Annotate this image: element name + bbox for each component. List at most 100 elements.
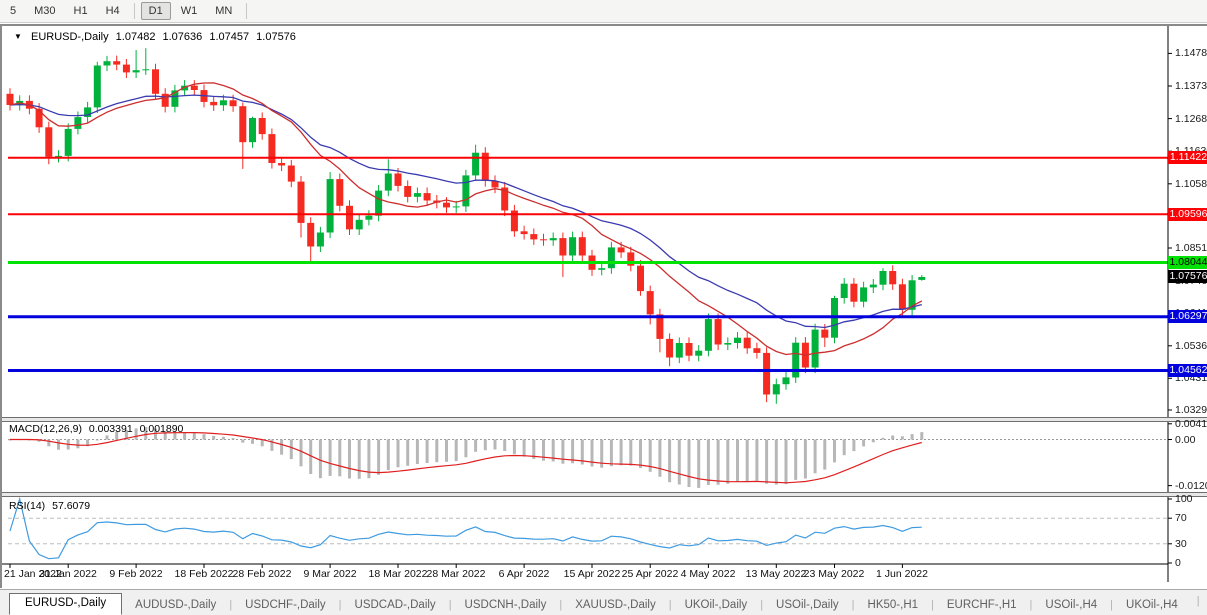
macd-histogram-bar — [843, 440, 846, 456]
candle-body — [278, 163, 285, 166]
macd-histogram-bar — [882, 438, 885, 440]
date-label: 18 Feb 2022 — [175, 568, 234, 580]
timeframe-button-h4[interactable]: H4 — [98, 2, 128, 20]
chart-tab-eurusd-daily[interactable]: EURUSD-,Daily — [9, 593, 122, 615]
candle-body — [74, 117, 81, 129]
chart-tab-ukoil-daily[interactable]: UKOil-,Daily — [672, 596, 761, 615]
rsi-panel-splitter[interactable] — [2, 492, 1207, 497]
candle-body — [375, 191, 382, 216]
macd-indicator-label: MACD(12,26,9) 0.003391 0.001890 — [9, 423, 187, 435]
macd-histogram-bar — [494, 440, 497, 450]
candle-body — [850, 284, 857, 302]
candle-body — [191, 86, 198, 90]
current-price-tag: 1.07576 — [1168, 270, 1207, 283]
candle-body — [259, 118, 266, 134]
candle-body — [472, 153, 479, 176]
candle-body — [744, 338, 751, 349]
chart-tab-ukoil-h4[interactable]: UKOil-,H4 — [1113, 596, 1191, 615]
candle-body — [94, 66, 101, 108]
rsi-title: RSI(14) — [9, 500, 45, 512]
macd-histogram-bar — [629, 440, 632, 466]
candle-body — [618, 247, 625, 252]
chart-tab-usdcnh-daily[interactable]: USDCNH-,Daily — [452, 596, 560, 615]
macd-histogram-bar — [523, 440, 526, 457]
candle-body — [7, 94, 14, 105]
chart-tab-usdcad-daily[interactable]: USDCAD-,Daily — [342, 596, 449, 615]
chart-tab-usoil-h4[interactable]: USOil-,H4 — [1032, 596, 1110, 615]
candle-body — [404, 186, 411, 197]
high-value: 1.07636 — [163, 31, 203, 43]
chart-tab-usdchf-daily[interactable]: USDCHF-,Daily — [232, 596, 339, 615]
candle-body — [880, 271, 887, 285]
macd-histogram-bar — [726, 440, 729, 484]
macd-histogram-bar — [814, 440, 817, 474]
candle-body — [45, 127, 52, 157]
macd-histogram-bar — [484, 440, 487, 451]
price-tick-label: 1.08510 — [1175, 242, 1207, 254]
macd-histogram-bar — [241, 440, 244, 443]
chevron-down-icon[interactable]: ▼ — [14, 32, 22, 41]
price-tick-label: 1.13730 — [1175, 80, 1207, 92]
macd-histogram-bar — [57, 440, 60, 450]
candle-body — [598, 268, 605, 270]
candle-body — [773, 384, 780, 394]
chart-tab-usoil-daily[interactable]: USOil-,Daily — [763, 596, 852, 615]
timeframe-button-h1[interactable]: H1 — [66, 2, 96, 20]
date-label: 28 Mar 2022 — [427, 568, 486, 580]
macd-histogram-bar — [862, 440, 865, 447]
candle-body — [918, 277, 925, 280]
rsi-axis-label: 100 — [1175, 493, 1193, 505]
candle-body — [715, 319, 722, 344]
toolbar-separator — [246, 3, 247, 19]
candle-body — [230, 100, 237, 106]
candle-body — [540, 239, 547, 240]
date-label: 1 Jun 2022 — [876, 568, 928, 580]
macd-histogram-bar — [358, 440, 361, 479]
candle-body — [36, 109, 43, 128]
tab-scroll-controls: | ◂ ▸ — [1191, 595, 1207, 615]
level-price-tag: 1.06297 — [1168, 310, 1207, 323]
macd-histogram-bar — [911, 434, 914, 440]
open-value: 1.07482 — [116, 31, 156, 43]
macd-histogram-bar — [406, 440, 409, 466]
macd-axis-label: -0.01209 — [1175, 480, 1207, 492]
timeframe-button-m30[interactable]: M30 — [26, 2, 63, 20]
macd-histogram-bar — [775, 440, 778, 485]
timeframe-button-w1[interactable]: W1 — [173, 2, 206, 20]
timeframe-button-d1[interactable]: D1 — [141, 2, 171, 20]
chart-tab-audusd-daily[interactable]: AUDUSD-,Daily — [122, 596, 229, 615]
chart-tab-xauusd-daily[interactable]: XAUUSD-,Daily — [562, 596, 669, 615]
macd-histogram-bar — [823, 440, 826, 470]
candle-body — [841, 284, 848, 298]
candle-body — [288, 166, 295, 182]
chart-tab-eurchf-h1[interactable]: EURCHF-,H1 — [934, 596, 1030, 615]
candle-body — [734, 338, 741, 343]
macd-histogram-bar — [435, 440, 438, 463]
candle-body — [763, 353, 770, 395]
chart-tab-hk50-h1[interactable]: HK50-,H1 — [855, 596, 932, 615]
macd-histogram-bar — [717, 440, 720, 485]
macd-histogram-bar — [261, 440, 264, 447]
macd-histogram-bar — [794, 440, 797, 480]
candle-body — [812, 330, 819, 368]
chart-canvas[interactable] — [2, 26, 1207, 590]
macd-histogram-bar — [232, 438, 235, 439]
date-label: 9 Mar 2022 — [303, 568, 356, 580]
timeframe-button-5[interactable]: 5 — [2, 2, 24, 20]
price-axis: 1.147801.137301.126801.116301.105801.095… — [1168, 26, 1207, 590]
candle-body — [608, 247, 615, 268]
candle-body — [860, 287, 867, 301]
candle-body — [579, 237, 586, 255]
level-price-tag: 1.09596 — [1168, 208, 1207, 221]
timeframe-button-mn[interactable]: MN — [207, 2, 240, 20]
macd-panel-splitter[interactable] — [2, 417, 1207, 422]
date-label: 18 Mar 2022 — [369, 568, 428, 580]
candle-body — [705, 319, 712, 351]
macd-histogram-bar — [872, 440, 875, 443]
macd-histogram-bar — [397, 440, 400, 468]
macd-histogram-bar — [212, 436, 215, 440]
macd-histogram-bar — [513, 440, 516, 455]
candle-body — [666, 339, 673, 358]
macd-axis-label: 0.004128 — [1175, 418, 1207, 430]
macd-histogram-bar — [203, 434, 206, 439]
